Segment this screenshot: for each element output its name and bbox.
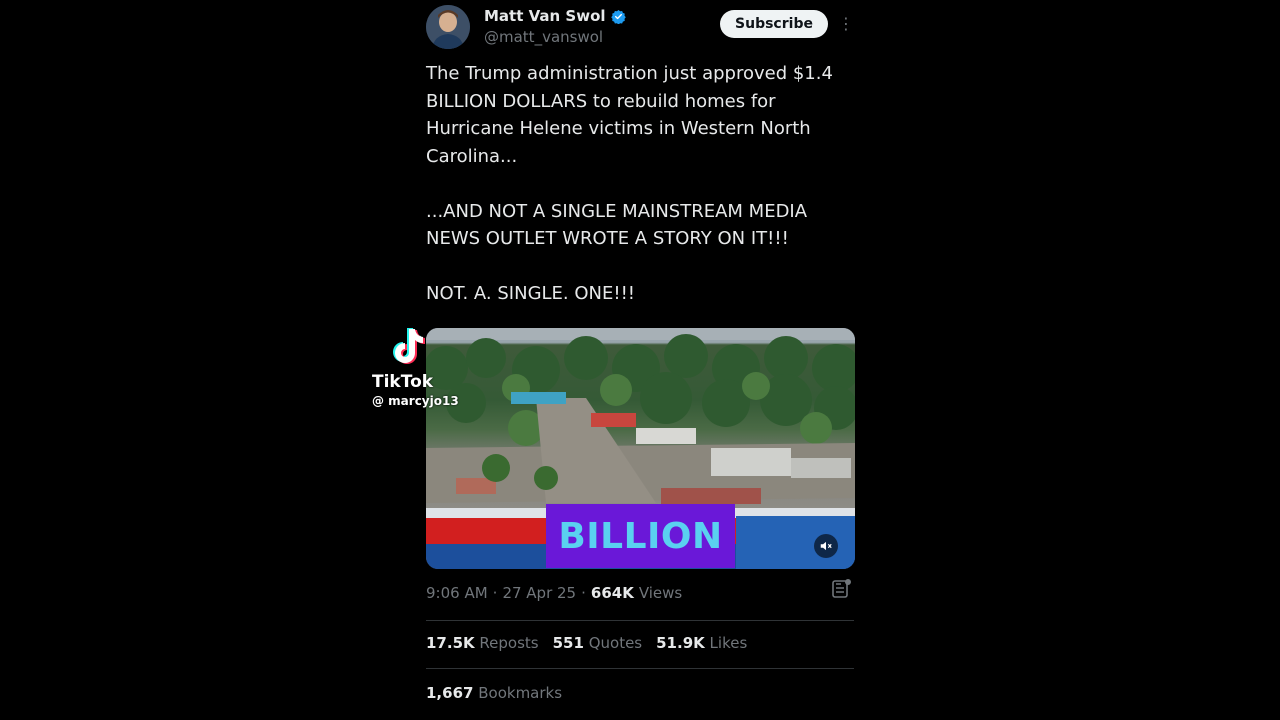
tiktok-brand: TikTok: [372, 372, 434, 392]
tweet-date[interactable]: 27 Apr 25: [502, 584, 576, 602]
quotes-count: 551: [552, 634, 584, 652]
views-count: 664K: [590, 584, 634, 602]
likes-count: 51.9K: [656, 634, 705, 652]
views-label: Views: [638, 584, 683, 602]
tweet-meta: 9:06 AM · 27 Apr 25 · 664K Views: [426, 584, 682, 602]
likes-stat[interactable]: 51.9K Likes: [656, 634, 747, 652]
meta-separator: ·: [581, 584, 586, 602]
engagement-stats: 17.5K Reposts 551 Quotes 51.9K Likes: [426, 634, 747, 652]
tiktok-username: @ marcyjo13: [372, 394, 459, 408]
quotes-label: Quotes: [588, 634, 643, 652]
analytics-icon[interactable]: [830, 578, 852, 600]
verified-badge-icon: [610, 9, 626, 24]
tweet-time[interactable]: 9:06 AM: [426, 584, 488, 602]
meta-separator: ·: [492, 584, 498, 602]
bookmarks-count: 1,667: [426, 684, 474, 702]
reposts-count: 17.5K: [426, 634, 475, 652]
tiktok-logo-icon: [393, 328, 425, 364]
tiktok-watermark: TikTok @ marcyjo13: [370, 325, 470, 415]
author-name-text: Matt Van Swol: [484, 7, 606, 25]
author-name[interactable]: Matt Van Swol: [484, 7, 626, 25]
author-handle[interactable]: @matt_vanswol: [484, 28, 603, 46]
divider: [426, 620, 854, 621]
reposts-stat[interactable]: 17.5K Reposts: [426, 634, 539, 652]
avatar[interactable]: [426, 5, 470, 49]
tweet-video[interactable]: BILLION: [426, 328, 855, 569]
likes-label: Likes: [709, 634, 748, 652]
caption-overlay: BILLION: [546, 504, 735, 568]
reposts-label: Reposts: [479, 634, 539, 652]
bookmarks-label: Bookmarks: [478, 684, 563, 702]
divider: [426, 668, 854, 669]
quotes-stat[interactable]: 551 Quotes: [553, 634, 643, 652]
tweet-text: The Trump administration just approved $…: [426, 63, 833, 304]
mute-icon[interactable]: [814, 534, 838, 558]
more-options-icon[interactable]: ⋮: [838, 12, 854, 36]
bookmarks-stat[interactable]: 1,667 Bookmarks: [426, 684, 562, 702]
subscribe-button[interactable]: Subscribe: [720, 10, 828, 38]
video-frame: Matt Van Swol @matt_vanswol Subscribe ⋮ …: [0, 0, 1280, 720]
